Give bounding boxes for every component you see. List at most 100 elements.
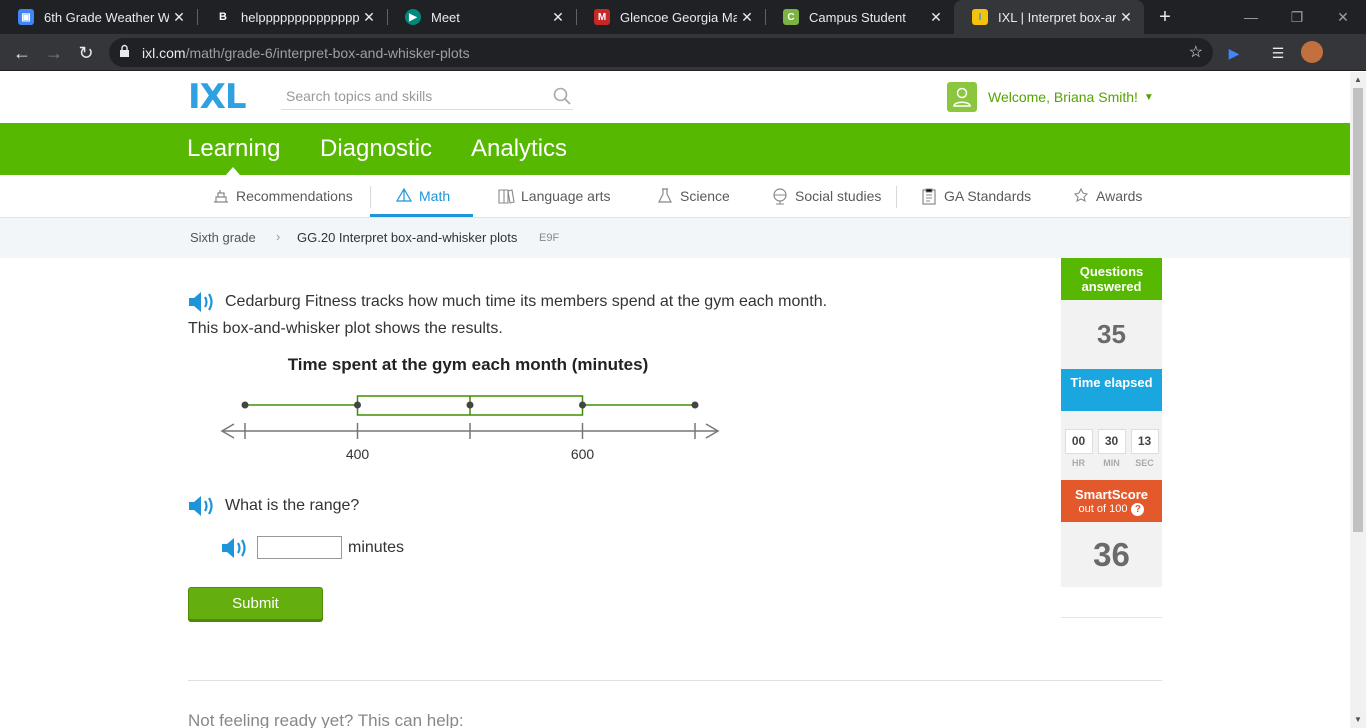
question-line-1: Cedarburg Fitness tracks how much time i… bbox=[225, 293, 828, 310]
smartscore-header: SmartScore out of 100 ? bbox=[1061, 480, 1162, 522]
stats-sidebar: Questions answered 35 Time elapsed 00 HR… bbox=[1061, 258, 1162, 618]
window-close-icon[interactable]: ✕ bbox=[1320, 0, 1366, 34]
breadcrumb-skill: GG.20 Interpret box-and-whisker plots bbox=[297, 230, 518, 245]
subject-math[interactable]: Math bbox=[370, 175, 473, 217]
bookmark-star-icon[interactable]: ☆ bbox=[1189, 42, 1203, 62]
welcome-text: Welcome, Briana Smith! bbox=[988, 89, 1138, 105]
point-median bbox=[466, 401, 474, 409]
timer-hours: 00 HR bbox=[1064, 429, 1093, 468]
minimize-icon[interactable]: — bbox=[1228, 0, 1274, 34]
answer-input[interactable] bbox=[257, 536, 342, 559]
clipboard-icon bbox=[922, 188, 936, 205]
chevron-down-icon: ▼ bbox=[1143, 91, 1154, 103]
subject-label: Awards bbox=[1096, 188, 1143, 204]
ixl-logo[interactable]: IXL bbox=[188, 77, 247, 117]
back-icon[interactable]: ← bbox=[10, 41, 34, 65]
browser-toolbar: ← → ↻ ixl.com/math/grade-6/interpret-box… bbox=[0, 34, 1366, 71]
book-icon bbox=[498, 189, 515, 204]
close-icon[interactable]: ✕ bbox=[359, 9, 379, 26]
main-nav: Learning Diagnostic Analytics bbox=[0, 123, 1350, 175]
browser-tab[interactable]: ▣ 6th Grade Weather Wis ✕ bbox=[0, 0, 197, 34]
globe-icon bbox=[773, 188, 787, 205]
logo-text: IXL bbox=[188, 77, 247, 117]
divider bbox=[896, 186, 897, 208]
close-icon[interactable]: ✕ bbox=[737, 9, 757, 26]
question-prompt: What is the range? bbox=[225, 497, 360, 514]
search-input[interactable] bbox=[281, 84, 541, 108]
search-icon[interactable] bbox=[553, 87, 571, 105]
user-menu[interactable]: Welcome, Briana Smith! ▼ bbox=[947, 82, 1154, 112]
timer-minutes-value: 30 bbox=[1097, 429, 1126, 454]
active-nav-pointer bbox=[226, 167, 240, 175]
breadcrumb-chevron-icon: › bbox=[276, 229, 281, 244]
tab-title: Campus Student bbox=[809, 9, 906, 25]
speaker-icon[interactable] bbox=[187, 290, 215, 314]
point-max bbox=[691, 401, 699, 409]
timer-seconds-value: 13 bbox=[1130, 429, 1159, 454]
reload-icon[interactable]: ↻ bbox=[74, 41, 98, 65]
lock-icon bbox=[120, 44, 129, 57]
subject-awards[interactable]: Awards bbox=[1072, 175, 1142, 217]
smartscore-value: 36 bbox=[1061, 522, 1162, 587]
nav-diagnostic[interactable]: Diagnostic bbox=[320, 135, 432, 163]
forward-icon[interactable]: → bbox=[42, 41, 66, 65]
subject-social-studies[interactable]: Social studies bbox=[771, 175, 881, 217]
time-elapsed-header: Time elapsed bbox=[1061, 369, 1162, 411]
help-question-icon[interactable]: ? bbox=[1131, 503, 1145, 516]
subject-science[interactable]: Science bbox=[656, 175, 730, 217]
browser-tab-active[interactable]: I IXL | Interpret box-and- ✕ bbox=[954, 0, 1144, 34]
page-scrollbar[interactable]: ▲ ▼ bbox=[1350, 72, 1366, 728]
submit-button[interactable]: Submit bbox=[188, 587, 323, 620]
timer-hours-label: HR bbox=[1072, 458, 1085, 468]
profile-avatar[interactable] bbox=[1301, 41, 1323, 63]
timer-minutes-label: MIN bbox=[1103, 458, 1120, 468]
tab-favicon-icon: ▣ bbox=[18, 9, 34, 25]
extension-icon[interactable]: ▶ bbox=[1224, 43, 1244, 63]
browser-tab[interactable]: M Glencoe Georgia Math ✕ bbox=[576, 0, 765, 34]
nav-analytics[interactable]: Analytics bbox=[471, 135, 567, 163]
close-icon[interactable]: ✕ bbox=[1116, 9, 1136, 26]
speaker-icon[interactable] bbox=[187, 494, 215, 518]
scroll-down-icon[interactable]: ▼ bbox=[1350, 712, 1366, 728]
speaker-icon[interactable] bbox=[220, 536, 248, 560]
close-icon[interactable]: ✕ bbox=[926, 9, 946, 26]
subject-label: Social studies bbox=[795, 188, 882, 204]
subject-ga-standards[interactable]: GA Standards bbox=[920, 175, 1031, 217]
scroll-up-icon[interactable]: ▲ bbox=[1350, 72, 1366, 88]
tab-title: 6th Grade Weather Wis bbox=[44, 9, 169, 25]
tab-title: helppppppppppppppppp bbox=[241, 9, 359, 25]
browser-tab[interactable]: C Campus Student ✕ bbox=[765, 0, 954, 34]
media-queue-icon[interactable]: ☰ bbox=[1268, 43, 1288, 63]
subject-label: GA Standards bbox=[944, 188, 1032, 204]
tick-label-400: 400 bbox=[346, 446, 370, 462]
browser-tab[interactable]: B helppppppppppppppppp ✕ bbox=[197, 0, 387, 34]
search-bar[interactable] bbox=[281, 84, 573, 110]
new-tab-icon[interactable]: + bbox=[1154, 6, 1176, 28]
math-pyramid-icon bbox=[395, 187, 413, 202]
close-icon[interactable]: ✕ bbox=[169, 9, 189, 26]
timer-hours-value: 00 bbox=[1064, 429, 1093, 454]
questions-answered-header: Questions answered bbox=[1061, 258, 1162, 300]
recommendations-icon bbox=[214, 190, 228, 203]
scrollbar-thumb[interactable] bbox=[1353, 88, 1363, 532]
breadcrumb-grade[interactable]: Sixth grade bbox=[190, 230, 256, 245]
tab-favicon-icon: ▶ bbox=[405, 9, 421, 25]
subject-label: Language arts bbox=[521, 188, 611, 204]
subject-nav: Recommendations Math Language arts Scien… bbox=[0, 175, 1350, 218]
nav-learning[interactable]: Learning bbox=[187, 135, 280, 163]
subject-recommendations[interactable]: Recommendations bbox=[212, 175, 353, 217]
smartscore-label: SmartScore bbox=[1075, 487, 1148, 502]
subject-language-arts[interactable]: Language arts bbox=[497, 175, 611, 217]
help-text: Not feeling ready yet? This can help: bbox=[188, 711, 464, 728]
address-bar[interactable]: ixl.com/math/grade-6/interpret-box-and-w… bbox=[109, 38, 1213, 67]
divider bbox=[188, 680, 1162, 681]
timer: 00 HR 30 MIN 13 SEC bbox=[1061, 411, 1162, 480]
timer-seconds: 13 SEC bbox=[1130, 429, 1159, 468]
browser-tab[interactable]: ▶ Meet ✕ bbox=[387, 0, 576, 34]
divider bbox=[1061, 617, 1162, 618]
restore-icon[interactable]: ❐ bbox=[1274, 0, 1320, 34]
box-plot-svg: Time spent at the gym each month (minute… bbox=[220, 355, 720, 462]
timer-minutes: 30 MIN bbox=[1097, 429, 1126, 468]
flask-icon bbox=[658, 188, 672, 203]
close-icon[interactable]: ✕ bbox=[548, 9, 568, 26]
